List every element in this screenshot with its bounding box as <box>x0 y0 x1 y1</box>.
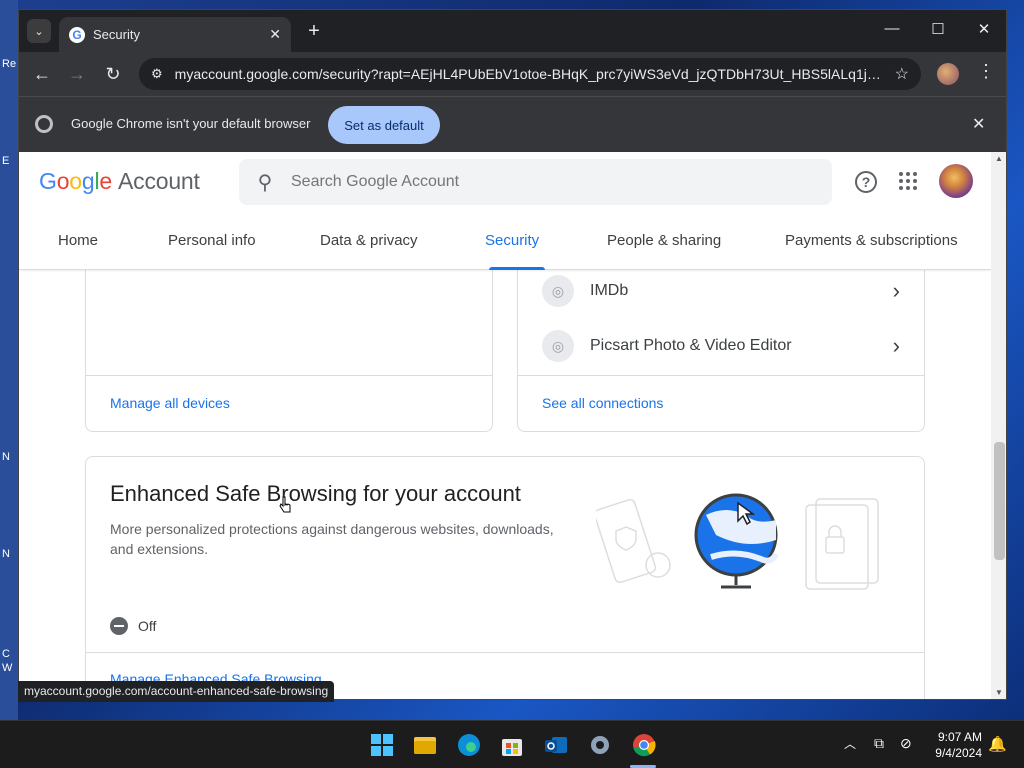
google-apps-icon[interactable] <box>899 172 917 190</box>
search-icon: ⚲ <box>257 171 273 194</box>
tab-close-icon[interactable]: ✕ <box>269 26 281 43</box>
chevron-right-icon: › <box>892 333 900 358</box>
esb-description: More personalized protections against da… <box>110 521 554 557</box>
volume-muted-icon[interactable]: ⊘ <box>900 735 912 752</box>
file-explorer-icon[interactable] <box>411 731 439 759</box>
scrollbar-thumb[interactable] <box>994 442 1005 560</box>
connection-label: IMDb <box>590 282 629 299</box>
safe-browsing-illustration <box>596 493 879 590</box>
url-text[interactable]: myaccount.google.com/security?rapt=AEjHL… <box>175 66 887 82</box>
logo-letter: g <box>81 168 95 194</box>
active-tab-indicator <box>489 267 545 270</box>
google-favicon-icon: G <box>69 26 85 43</box>
chevron-right-icon: › <box>892 278 900 303</box>
logo-letter: o <box>56 168 70 194</box>
devices-card: Manage all devices <box>85 242 493 432</box>
tab-data-privacy[interactable]: Data & privacy <box>320 232 418 249</box>
tab-personal-info[interactable]: Personal info <box>168 232 256 249</box>
browser-profile-avatar[interactable] <box>937 63 959 85</box>
desktop-icon-label[interactable]: N <box>2 451 14 467</box>
desktop-icon-label[interactable]: Re <box>2 58 16 74</box>
edge-browser-icon[interactable] <box>455 731 483 759</box>
search-input[interactable] <box>291 173 832 191</box>
tab-home[interactable]: Home <box>58 232 98 249</box>
account-page: Manage all devices ◎ IMDb › ◎ Picsart Ph… <box>19 152 991 699</box>
esb-status: Off <box>110 617 156 635</box>
back-arrow-icon[interactable]: ← <box>31 63 53 85</box>
tab-payments-subscriptions[interactable]: Payments & subscriptions <box>785 232 958 249</box>
hand-cursor-icon <box>279 496 291 513</box>
card-divider <box>518 375 924 376</box>
tab-people-sharing[interactable]: People & sharing <box>607 232 721 249</box>
enhanced-safe-browsing-card: Enhanced Safe Browsing for your account … <box>85 456 925 699</box>
infobar-message: Google Chrome isn't your default browser <box>71 116 311 131</box>
card-divider <box>86 375 492 376</box>
connection-item-picsart[interactable]: ◎ Picsart Photo & Video Editor › <box>518 319 924 373</box>
account-header: GoogleAccount ⚲ ? Home Personal info Dat… <box>19 152 991 270</box>
google-account-logo[interactable]: Google Account <box>39 168 200 195</box>
windows-taskbar: ︿ ⧉ ⊘ 9:07 AM 9/4/2024 🔔 <box>0 720 1024 768</box>
minimize-icon[interactable]: — <box>881 20 903 37</box>
account-avatar[interactable] <box>939 164 973 198</box>
account-nav-tabs: Home Personal info Data & privacy Securi… <box>19 222 991 270</box>
desktop-icon-label[interactable]: W <box>2 662 14 678</box>
site-info-icon[interactable]: ⚙ <box>151 66 163 82</box>
window-close-icon[interactable]: ✕ <box>973 20 995 38</box>
esb-status-label: Off <box>138 618 157 634</box>
notification-bell-icon[interactable]: 🔔 <box>988 735 1007 753</box>
picsart-app-icon: ◎ <box>542 330 574 362</box>
new-tab-plus-icon[interactable]: + <box>303 20 325 42</box>
tab-search-button[interactable]: ⌄ <box>27 19 51 43</box>
bookmark-star-icon[interactable]: ☆ <box>895 64 909 84</box>
address-bar[interactable]: ⚙ myaccount.google.com/security?rapt=AEj… <box>139 58 921 90</box>
logo-letter: G <box>39 168 57 194</box>
link-status-bubble: myaccount.google.com/account-enhanced-sa… <box>18 681 335 702</box>
chrome-menu-icon[interactable]: ⋮ <box>977 61 995 82</box>
scroll-down-arrow-icon[interactable]: ▼ <box>995 688 1003 697</box>
account-search-box[interactable]: ⚲ <box>239 159 832 205</box>
network-icon[interactable]: ⧉ <box>874 735 884 752</box>
chrome-taskbar-icon[interactable] <box>630 731 658 759</box>
browser-toolbar: ← → ↻ ⚙ myaccount.google.com/security?ra… <box>19 52 1006 96</box>
connection-label: Picsart Photo & Video Editor <box>590 337 792 354</box>
manage-all-devices-link[interactable]: Manage all devices <box>110 395 230 411</box>
help-icon[interactable]: ? <box>855 171 877 193</box>
default-browser-infobar: Google Chrome isn't your default browser… <box>19 96 1006 152</box>
microsoft-store-icon[interactable] <box>498 731 526 759</box>
set-as-default-button[interactable]: Set as default <box>328 106 440 144</box>
page-scrollbar[interactable]: ▲ ▼ <box>991 152 1006 699</box>
tab-strip: ⌄ G Security ✕ + — ☐ ✕ <box>19 10 1006 52</box>
show-hidden-icons-chevron-icon[interactable]: ︿ <box>844 735 856 752</box>
imdb-app-icon: ◎ <box>542 275 574 307</box>
scroll-up-arrow-icon[interactable]: ▲ <box>995 154 1003 163</box>
maximize-icon[interactable]: ☐ <box>927 20 949 38</box>
clock-time: 9:07 AM <box>937 730 982 744</box>
logo-letter: e <box>99 168 112 194</box>
logo-letter: o <box>69 168 82 194</box>
forward-arrow-icon[interactable]: → <box>66 63 88 85</box>
infobar-close-icon[interactable]: ✕ <box>972 114 985 134</box>
connections-card: ◎ IMDb › ◎ Picsart Photo & Video Editor … <box>517 242 925 432</box>
outlook-icon[interactable] <box>542 731 570 759</box>
taskbar-clock[interactable]: 9:07 AM 9/4/2024 <box>928 729 982 761</box>
card-divider <box>86 652 924 653</box>
logo-account-word: Account <box>118 168 200 194</box>
chrome-logo-icon <box>35 115 53 133</box>
see-all-connections-link[interactable]: See all connections <box>542 395 663 411</box>
off-minus-icon <box>110 617 128 635</box>
desktop-icon-label[interactable]: E <box>2 155 14 171</box>
reload-icon[interactable]: ↻ <box>102 63 124 85</box>
settings-gear-icon[interactable] <box>586 731 614 759</box>
connection-item-imdb[interactable]: ◎ IMDb › <box>518 264 924 318</box>
chrome-window: ⌄ G Security ✕ + — ☐ ✕ ← → ↻ ⚙ myaccount… <box>18 9 1007 700</box>
tab-security[interactable]: Security <box>485 232 539 249</box>
tab-security[interactable]: G Security ✕ <box>59 17 291 52</box>
desktop-icons-edge: Re E N N C W <box>0 0 18 720</box>
windows-start-icon[interactable] <box>368 731 396 759</box>
desktop-icon-label[interactable]: N <box>2 548 14 564</box>
clock-date: 9/4/2024 <box>935 746 982 760</box>
tab-title: Security <box>93 27 140 42</box>
esb-title: Enhanced Safe Browsing for your account <box>110 481 521 506</box>
